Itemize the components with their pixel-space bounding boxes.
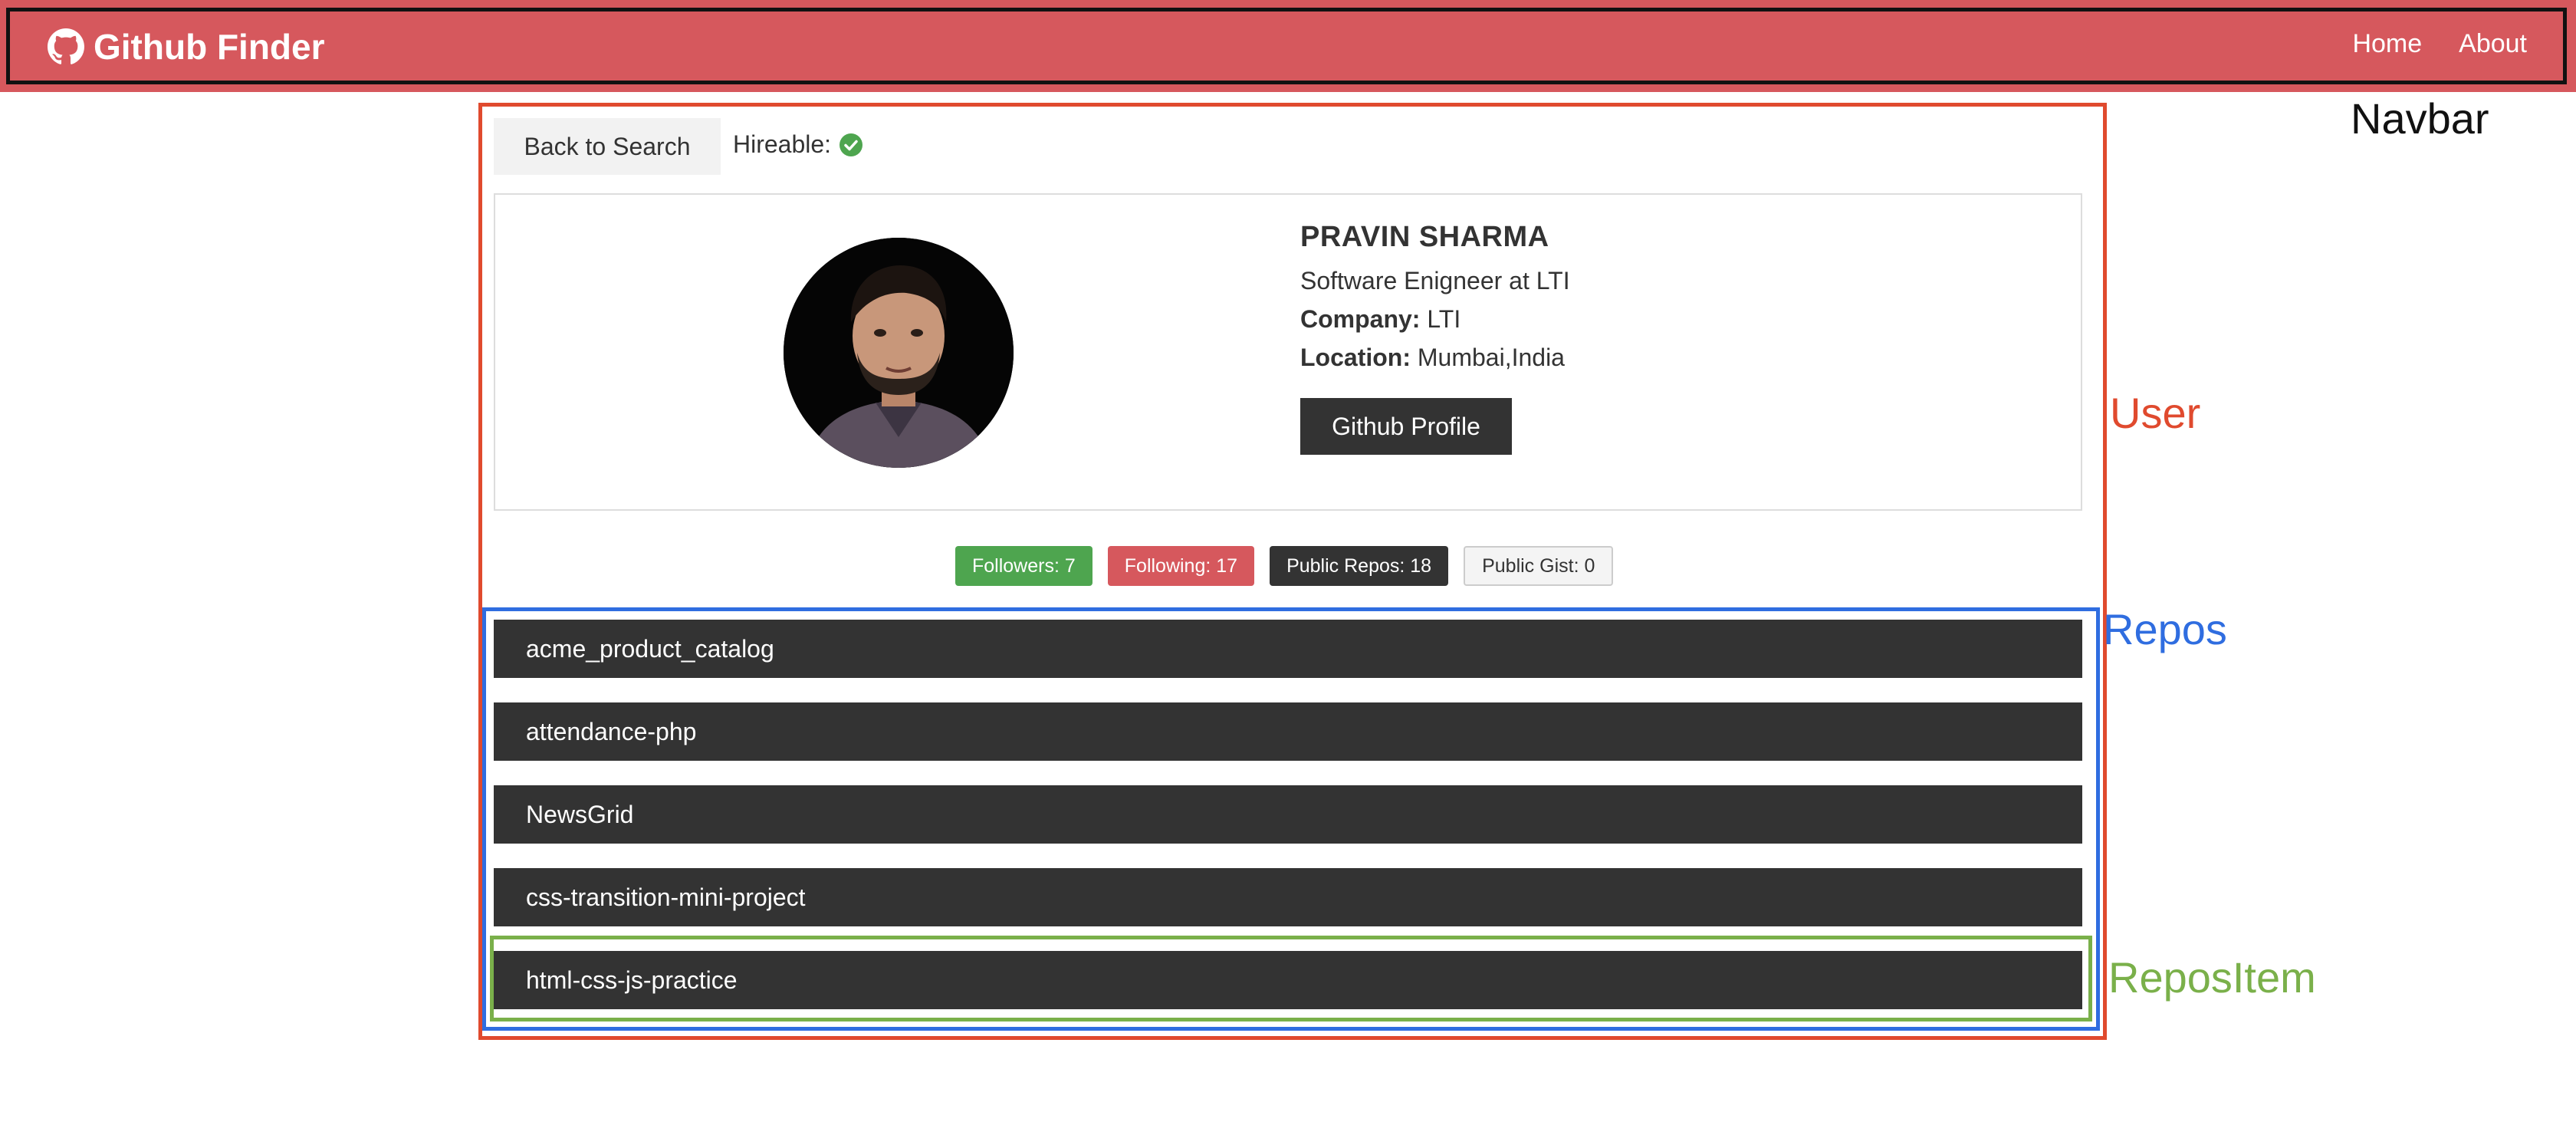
- repo-item: acme_product_catalog: [494, 620, 2082, 678]
- hireable-label: Hireable:: [733, 130, 832, 158]
- nav-home-link[interactable]: Home: [2352, 29, 2422, 59]
- user-company: Company: LTI: [1300, 304, 1570, 334]
- back-to-search-button[interactable]: Back to Search: [494, 118, 721, 175]
- following-badge: Following: 17: [1107, 546, 1255, 586]
- repos-list: acme_product_catalog attendance-php News…: [494, 620, 2082, 1034]
- location-label: Location:: [1300, 344, 1411, 371]
- user-bio: Software Enigneer at LTI: [1300, 267, 1570, 294]
- github-profile-button[interactable]: Github Profile: [1300, 398, 1512, 455]
- repo-item: NewsGrid: [494, 785, 2082, 844]
- repo-item: css-transition-mini-project: [494, 868, 2082, 926]
- brand-title: Github Finder: [94, 27, 325, 67]
- location-value: Mumbai,India: [1417, 344, 1565, 371]
- check-circle-icon: [839, 133, 863, 157]
- brand-link[interactable]: Github Finder: [48, 21, 325, 72]
- stats-badges: Followers: 7 Following: 17 Public Repos:…: [955, 546, 1614, 586]
- repo-item: html-css-js-practice: [494, 951, 2082, 1009]
- navbar-annotation-box: [6, 8, 2567, 84]
- nav-about-link[interactable]: About: [2459, 29, 2527, 59]
- annotation-user-label: User: [2110, 389, 2201, 437]
- user-name: PRAVIN SHARMA: [1300, 221, 1549, 253]
- hireable-status: Hireable:: [733, 130, 863, 159]
- annotation-repos-item-label: ReposItem: [2108, 953, 2316, 1002]
- navbar: Github Finder Home About: [0, 0, 2576, 92]
- repo-link[interactable]: acme_product_catalog: [526, 635, 774, 663]
- user-card: [494, 193, 2082, 511]
- company-value: LTI: [1427, 305, 1461, 333]
- github-icon: [48, 28, 84, 64]
- company-label: Company:: [1300, 305, 1421, 333]
- public-repos-badge: Public Repos: 18: [1270, 546, 1449, 586]
- repo-item: attendance-php: [494, 702, 2082, 761]
- repo-link[interactable]: html-css-js-practice: [526, 966, 738, 995]
- repo-link[interactable]: css-transition-mini-project: [526, 883, 806, 912]
- annotation-repos-label: Repos: [2103, 605, 2227, 653]
- user-location: Location: Mumbai,India: [1300, 343, 1570, 372]
- nav-links: Home About: [2352, 29, 2527, 59]
- annotation-navbar-label: Navbar: [2351, 94, 2489, 143]
- public-gists-badge: Public Gist: 0: [1464, 546, 1614, 586]
- repo-link[interactable]: NewsGrid: [526, 801, 633, 829]
- followers-badge: Followers: 7: [955, 546, 1092, 586]
- user-info: PRAVIN SHARMA Software Enigneer at LTI C…: [1300, 221, 1570, 455]
- repo-link[interactable]: attendance-php: [526, 718, 696, 746]
- avatar: [784, 238, 1014, 468]
